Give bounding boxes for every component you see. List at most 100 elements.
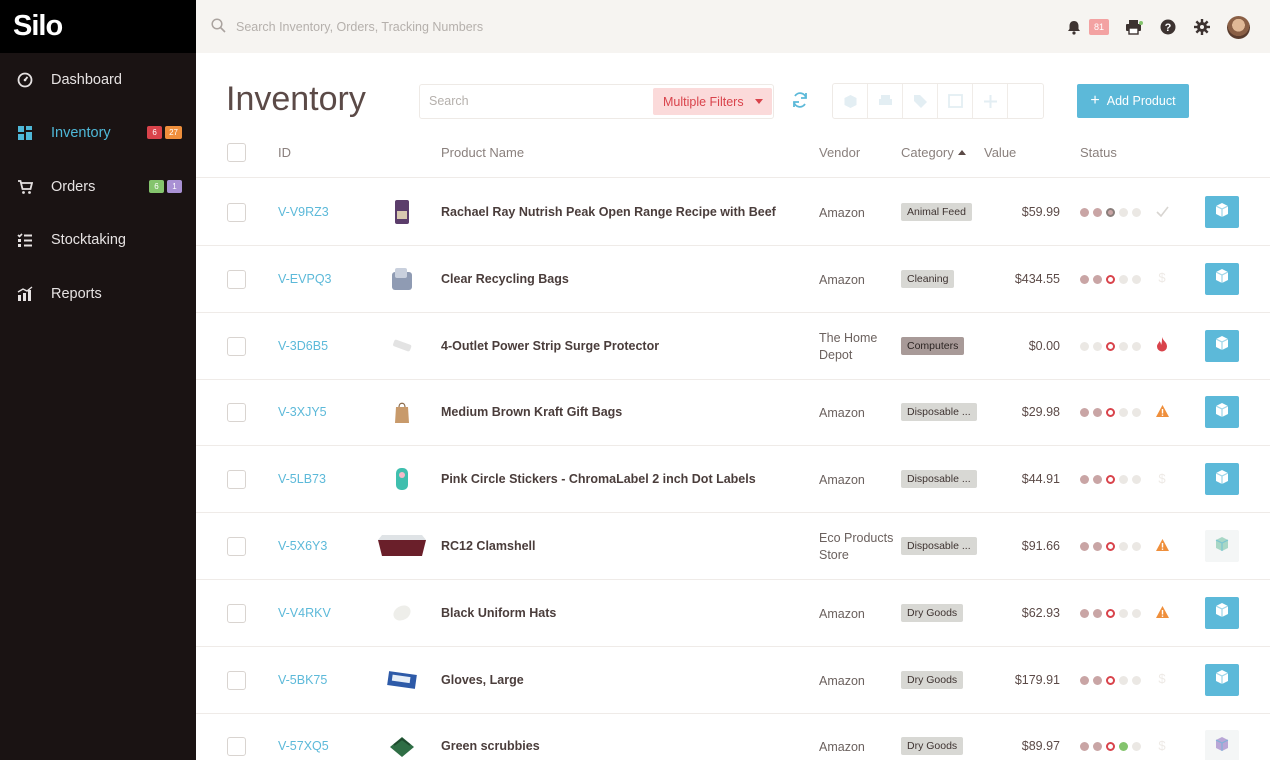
product-id-link[interactable]: V-3XJY5	[278, 405, 327, 419]
status-dot	[1106, 475, 1115, 485]
status-dot	[1119, 208, 1128, 217]
select-all-checkbox[interactable]	[227, 143, 246, 162]
add-product-button[interactable]: + Add Product	[1077, 84, 1189, 118]
sidebar-item-orders[interactable]: Orders 6 1	[0, 167, 196, 207]
box-icon	[1214, 536, 1230, 557]
inventory-warning-badge: 27	[165, 126, 182, 139]
table-row[interactable]: V-EVPQ3 Clear Recycling Bags Amazon Cleanin…	[196, 246, 1270, 313]
status-dot	[1132, 742, 1141, 752]
sidebar-item-dashboard[interactable]: Dashboard	[0, 60, 196, 100]
table-row[interactable]: V-3XJY5 Medium Brown Kraft Gift Bags Amazo…	[196, 379, 1270, 447]
status-dot	[1132, 608, 1141, 618]
table-row[interactable]: V-5BK75 Gloves, Large Amazon Dry Goods $179.…	[196, 647, 1270, 714]
product-id-link[interactable]: V-5LB73	[278, 472, 326, 486]
column-header-id[interactable]: ID	[278, 145, 291, 160]
row-checkbox[interactable]	[227, 603, 246, 623]
product-name[interactable]: Pink Circle Stickers - ChromaLabel 2 inc…	[441, 472, 756, 486]
row-action-button[interactable]	[1205, 730, 1239, 760]
bell-icon[interactable]	[1061, 14, 1087, 40]
app-logo[interactable]: Silo	[13, 10, 63, 43]
svg-text:$: $	[1158, 671, 1166, 686]
sidebar-item-inventory[interactable]: Inventory 6 27	[0, 113, 196, 153]
row-action-button[interactable]	[1205, 663, 1239, 696]
row-checkbox[interactable]	[227, 537, 246, 556]
row-action-button[interactable]	[1205, 196, 1239, 228]
table-row[interactable]: V-3D6B5 4-Outlet Power Strip Surge Protec…	[196, 313, 1270, 380]
product-name[interactable]: 4-Outlet Power Strip Surge Protector	[441, 339, 659, 353]
product-id-link[interactable]: V-V9RZ3	[278, 205, 329, 219]
column-header-vendor[interactable]: Vendor	[819, 145, 860, 160]
table-row[interactable]: V-57XQ5 Green scrubbies Amazon Dry Goods $89…	[196, 713, 1270, 760]
printer-icon[interactable]	[1121, 14, 1147, 40]
row-action-button[interactable]	[1205, 396, 1239, 429]
user-avatar[interactable]	[1227, 15, 1250, 39]
box-icon	[1214, 402, 1230, 423]
row-checkbox[interactable]	[227, 269, 246, 289]
inventory-search-input[interactable]	[429, 94, 649, 108]
row-checkbox[interactable]	[227, 203, 246, 222]
svg-text:$: $	[1158, 270, 1166, 285]
gear-icon[interactable]	[1189, 14, 1215, 40]
product-value: $434.55	[1014, 271, 1060, 286]
sidebar-item-reports[interactable]: Reports	[0, 274, 196, 314]
bulk-archive-icon[interactable]	[938, 84, 973, 118]
product-name[interactable]: Black Uniform Hats	[441, 606, 556, 620]
status-dots	[1080, 475, 1141, 485]
product-id-link[interactable]: V-EVPQ3	[278, 272, 332, 286]
row-checkbox[interactable]	[227, 470, 246, 490]
bulk-tag-icon[interactable]	[903, 84, 938, 118]
box-icon	[1214, 602, 1230, 623]
column-header-status[interactable]: Status	[1080, 145, 1117, 160]
table-row[interactable]: V-5X6Y3 RC12 Clamshell Eco Products Store D…	[196, 513, 1270, 580]
product-id-link[interactable]: V-5BK75	[278, 673, 327, 687]
product-id-link[interactable]: V-57XQ5	[278, 739, 329, 753]
bulk-box-icon[interactable]	[833, 84, 868, 118]
product-name[interactable]: Rachael Ray Nutrish Peak Open Range Reci…	[441, 205, 776, 219]
row-checkbox[interactable]	[227, 336, 246, 356]
row-checkbox[interactable]	[227, 670, 246, 690]
table-row[interactable]: V-5LB73 Pink Circle Stickers - ChromaLabe…	[196, 446, 1270, 514]
row-action-button[interactable]	[1205, 329, 1239, 362]
notification-count-badge[interactable]: 81	[1088, 19, 1109, 35]
bulk-more-button[interactable]	[1008, 84, 1043, 118]
product-id-link[interactable]: V-5X6Y3	[278, 539, 327, 553]
vendor-name: Amazon	[819, 206, 865, 220]
bulk-add-icon[interactable]	[973, 84, 1008, 118]
row-checkbox[interactable]	[227, 403, 246, 423]
product-id-link[interactable]: V-3D6B5	[278, 339, 328, 353]
category-tag: Disposable ...	[901, 403, 977, 422]
table-row[interactable]: V-V9RZ3 Rachael Ray Nutrish Peak Open Ran…	[196, 179, 1270, 246]
help-icon[interactable]: ?	[1155, 14, 1181, 40]
bar-chart-icon	[17, 286, 33, 302]
table-row[interactable]: V-V4RKV Black Uniform Hats Amazon Dry Goods…	[196, 580, 1270, 647]
status-dot	[1132, 675, 1141, 685]
category-tag: Dry Goods	[901, 603, 964, 622]
product-id-link[interactable]: V-V4RKV	[278, 606, 331, 620]
column-header-value[interactable]: Value	[984, 145, 1016, 160]
vendor-name: Amazon	[819, 473, 865, 488]
bulk-print-icon[interactable]	[868, 84, 903, 118]
row-action-button[interactable]	[1205, 463, 1239, 496]
multiple-filters-dropdown[interactable]: Multiple Filters	[653, 88, 772, 115]
row-action-button[interactable]	[1205, 262, 1239, 295]
row-checkbox[interactable]	[227, 737, 246, 757]
product-name[interactable]: RC12 Clamshell	[441, 539, 535, 553]
column-header-category[interactable]: Category	[901, 145, 966, 160]
column-header-product-name[interactable]: Product Name	[441, 145, 524, 160]
product-name[interactable]: Green scrubbies	[441, 739, 540, 753]
product-thumbnail	[374, 460, 430, 498]
product-name[interactable]: Gloves, Large	[441, 673, 524, 687]
row-action-button[interactable]	[1205, 596, 1239, 629]
checklist-icon	[17, 232, 33, 248]
status-dot	[1080, 274, 1089, 284]
refresh-icon[interactable]	[790, 90, 810, 110]
status-dot	[1106, 742, 1115, 752]
row-action-button[interactable]	[1205, 530, 1239, 562]
status-dot	[1119, 274, 1128, 284]
sidebar-item-stocktaking[interactable]: Stocktaking	[0, 220, 196, 260]
product-value: $44.91	[1021, 472, 1060, 487]
product-name[interactable]: Medium Brown Kraft Gift Bags	[441, 405, 622, 419]
product-value: $179.91	[1014, 672, 1060, 687]
global-search-input[interactable]	[236, 14, 836, 40]
product-name[interactable]: Clear Recycling Bags	[441, 272, 569, 286]
